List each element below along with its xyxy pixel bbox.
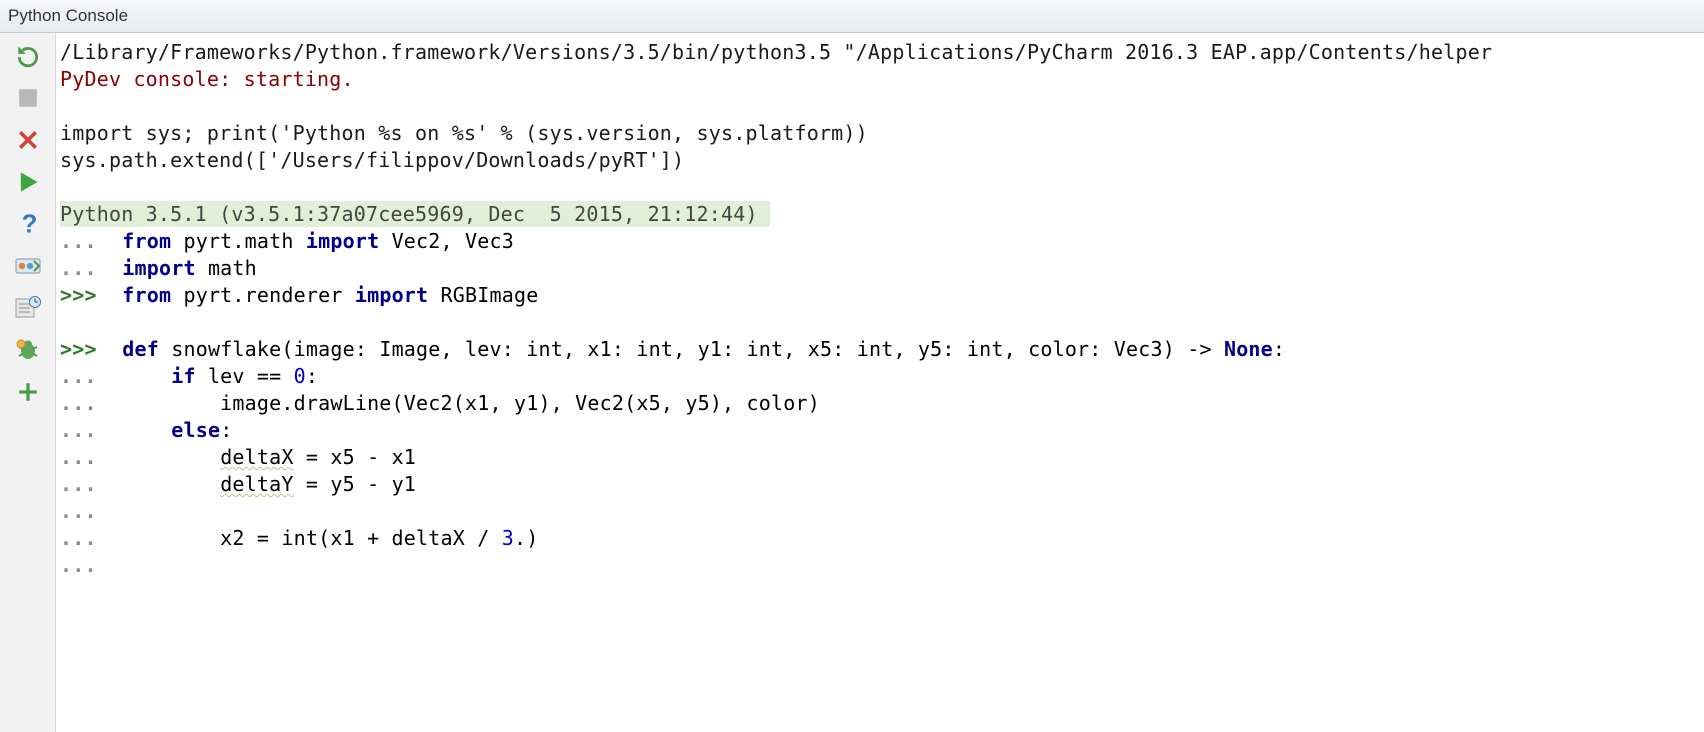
startup-msg: PyDev console: starting. — [60, 67, 354, 91]
prompt-cont: ... — [60, 255, 110, 282]
prompt-cont: ... — [60, 552, 110, 579]
console-title: Python Console — [8, 6, 128, 26]
rerun-button[interactable] — [11, 41, 45, 71]
prompt-cont: ... — [60, 363, 110, 390]
new-button[interactable] — [11, 377, 45, 407]
close-button[interactable] — [11, 125, 45, 155]
main-area: ? /Library/Frameworks/Python.framework/V… — [0, 33, 1704, 732]
console-header: Python Console — [0, 0, 1704, 33]
python-version: Python 3.5.1 (v3.5.1:37a07cee5969, Dec 5… — [60, 201, 770, 227]
help-button[interactable]: ? — [11, 209, 45, 239]
startup-cmd-2: sys.path.extend(['/Users/filippov/Downlo… — [60, 148, 684, 172]
debug-button[interactable] — [11, 335, 45, 365]
variables-button[interactable] — [11, 251, 45, 281]
prompt-cont: ... — [60, 525, 110, 552]
prompt-cont: ... — [60, 444, 110, 471]
prompt-cont: ... — [60, 228, 110, 255]
console-output[interactable]: /Library/Frameworks/Python.framework/Ver… — [56, 33, 1704, 732]
prompt-cont: ... — [60, 390, 110, 417]
startup-cmd-1: import sys; print('Python %s on %s' % (s… — [60, 121, 868, 145]
prompt-cont: ... — [60, 471, 110, 498]
stop-button[interactable] — [11, 83, 45, 113]
prompt-cont: ... — [60, 417, 110, 444]
interpreter-path: /Library/Frameworks/Python.framework/Ver… — [60, 40, 1492, 64]
svg-text:?: ? — [21, 211, 37, 237]
run-button[interactable] — [11, 167, 45, 197]
prompt-cont: ... — [60, 498, 110, 525]
console-toolbar: ? — [0, 33, 56, 732]
prompt-main: >>> — [60, 282, 110, 309]
history-button[interactable] — [11, 293, 45, 323]
prompt-main: >>> — [60, 336, 110, 363]
